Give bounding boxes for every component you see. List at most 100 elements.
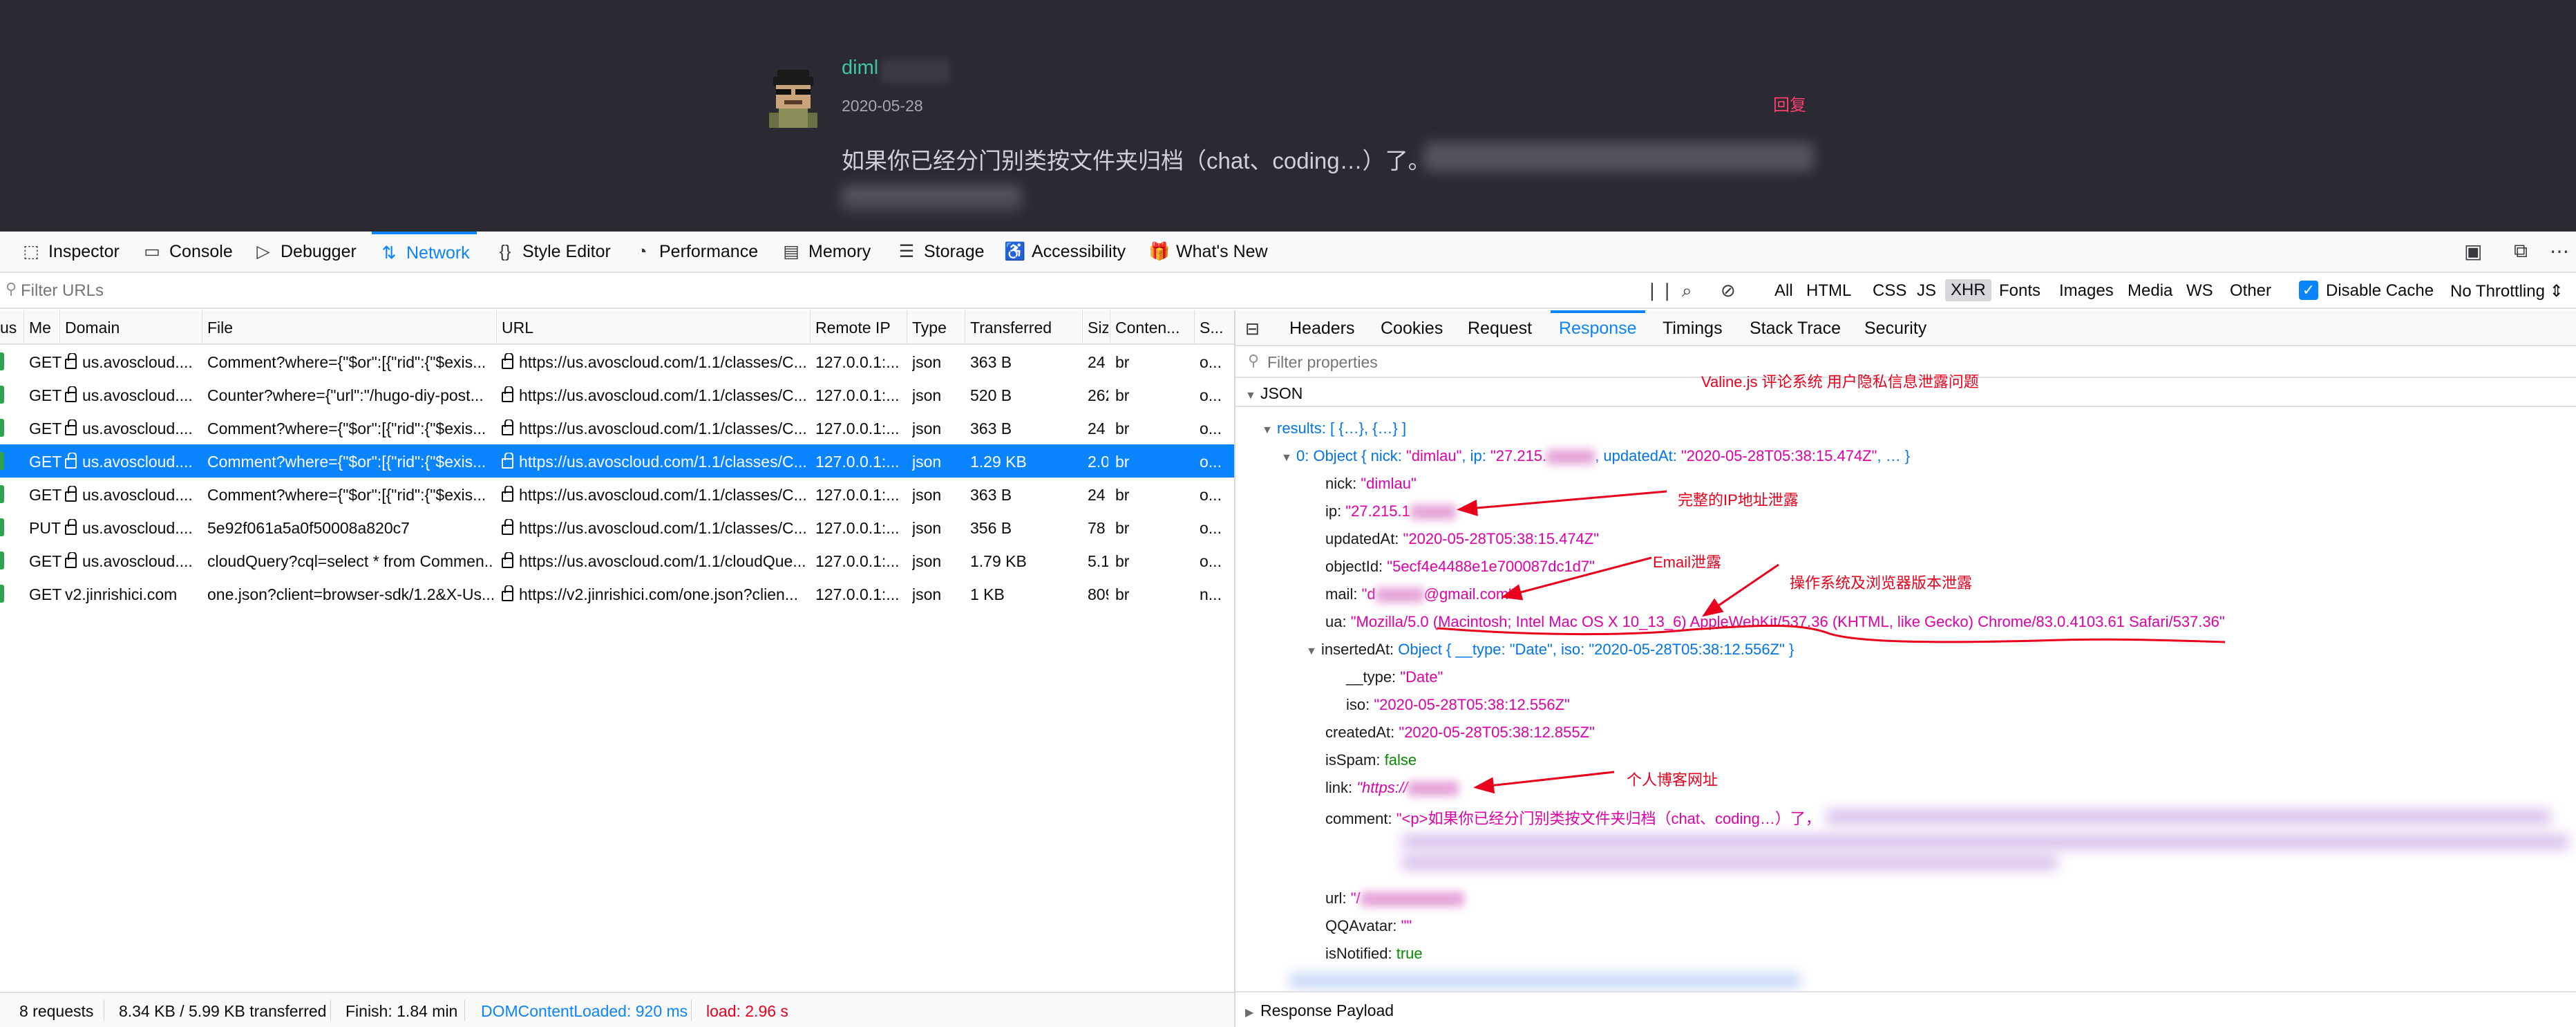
url-text: https://v2.jinrishici.com/one.json?clien… [519,585,798,603]
cell-s: n... [1200,585,1222,603]
cell-content: br [1115,519,1130,537]
page-fade [802,194,1810,232]
url-text: https://us.avoscloud.com/1.1/classes/C..… [519,486,807,504]
lock-icon [502,420,513,435]
tab-performance[interactable]: ◔ Performance [632,232,758,272]
type-filter-js[interactable]: JS [1917,281,1936,301]
table-row[interactable]: PUT us.avoscloud.... 5e92f061a5a0f50008a… [0,511,1234,544]
domain-text: us.avoscloud.... [82,519,193,537]
cell-domain: v2.jinrishici.com [65,585,178,603]
finish-time: Finish: 1.84 min [345,1002,458,1020]
col-size[interactable]: Siz [1088,319,1108,337]
col-file[interactable]: File [207,319,491,337]
tab-accessibility[interactable]: ♿ Accessibility [1004,232,1126,272]
table-row[interactable]: GET us.avoscloud.... cloudQuery?cql=sele… [0,544,1234,577]
table-row[interactable]: GET us.avoscloud.... Counter?where={"url… [0,378,1234,411]
cell-remote-ip: 127.0.0.1:... [815,453,900,471]
table-row-selected[interactable]: GET us.avoscloud.... Comment?where={"$or… [0,444,1234,478]
col-divider [810,310,811,345]
cell-method: PUT [29,519,61,537]
col-domain[interactable]: Domain [65,319,196,337]
cell-method: GET [29,585,62,603]
cell-url: https://us.avoscloud.com/1.1/classes/C..… [502,386,807,405]
tab-style-editor[interactable]: {} Style Editor [495,232,611,272]
lock-icon [502,486,513,502]
response-payload-label: ▶ Response Payload [1245,1001,1394,1020]
domain-text: us.avoscloud.... [82,386,193,404]
reply-link[interactable]: 回复 [1773,91,1806,115]
url-text: https://us.avoscloud.com/1.1/cloudQue... [519,552,806,570]
tab-label: Network [406,243,470,263]
annotation-arrow [1702,563,1779,617]
dock-icon[interactable]: ⧉ [2514,240,2528,263]
type-filter-images[interactable]: Images [2059,281,2114,301]
cell-url: https://v2.jinrishici.com/one.json?clien… [502,585,807,604]
cell-method: GET [29,386,62,404]
request-details-panel: ⊟ Headers Cookies Request Response Timin… [1235,310,2576,1027]
throttling-select[interactable]: No Throttling ⇕ [2450,281,2564,301]
col-content[interactable]: Conten... [1115,319,1191,337]
filter-icon: ⚲ [6,280,17,297]
col-url[interactable]: URL [502,319,806,337]
more-options-icon[interactable]: ⋯ [2550,240,2569,263]
table-row[interactable]: GET us.avoscloud.... Comment?where={"$or… [0,411,1234,444]
table-row[interactable]: GET v2.jinrishici.com one.json?client=br… [0,577,1234,610]
table-row[interactable]: GET us.avoscloud.... Comment?where={"$or… [0,478,1234,511]
cell-remote-ip: 127.0.0.1:... [815,486,900,504]
type-filter-media[interactable]: Media [2128,281,2172,301]
col-status[interactable]: us [0,319,21,337]
type-filter-other[interactable]: Other [2230,281,2271,301]
cell-domain: us.avoscloud.... [65,420,199,438]
cell-transferred: 1.29 KB [970,453,1027,471]
tab-network[interactable]: ⇅ Network [372,232,477,272]
pause-icon[interactable]: ❘❘ [1645,280,1675,301]
tab-console[interactable]: ▭ Console [142,232,233,272]
response-payload-section[interactable]: ▶ Response Payload [1235,991,2576,1027]
tab-storage[interactable]: ☰ Storage [896,232,985,272]
table-row[interactable]: GET us.avoscloud.... Comment?where={"$or… [0,345,1234,378]
updown-icon: ⇕ [2549,282,2564,301]
disable-cache-checkbox[interactable]: ✓ [2299,281,2318,300]
webpage-viewport: diml 2020-05-28 回复 如果你已经分门别类按文件夹归档（chat、… [0,0,2576,232]
tab-inspector[interactable]: ⬚ Inspector [21,232,120,272]
disable-cache-label: Disable Cache [2326,281,2434,300]
tab-label: Memory [808,241,871,261]
cell-transferred: 1.79 KB [970,552,1027,570]
lock-icon [65,353,77,369]
cell-size: 5.1 [1088,552,1108,570]
cell-s: o... [1200,353,1222,371]
col-s[interactable]: S... [1200,319,1233,337]
cell-content: br [1115,552,1130,570]
comment-username[interactable]: diml [842,57,878,79]
cell-file: Comment?where={"$or":[{"rid":{"$exis... [207,453,486,471]
responsive-design-icon[interactable]: ▣ [2464,240,2482,263]
status-indicator [0,552,4,569]
col-type[interactable]: Type [912,319,964,337]
filter-urls-input[interactable] [21,281,435,301]
tab-whats-new[interactable]: 🎁 What's New [1148,232,1268,272]
clear-icon[interactable]: ⊘ [1721,280,1736,301]
url-text: https://us.avoscloud.com/1.1/classes/C..… [519,353,807,371]
type-filter-xhr[interactable]: XHR [1945,279,1991,301]
tab-debugger[interactable]: ▷ Debugger [253,232,356,272]
divider [691,1000,692,1021]
type-filter-fonts[interactable]: Fonts [1999,281,2040,301]
search-icon[interactable]: ⌕ [1682,280,1692,302]
cell-domain: us.avoscloud.... [65,453,199,471]
ua-underline [1437,624,2226,643]
cell-method: GET [29,453,62,471]
type-filter-html[interactable]: HTML [1806,281,1851,301]
lock-icon [65,453,77,469]
tab-memory[interactable]: ▤ Memory [781,232,871,272]
col-method[interactable]: Me [29,319,54,337]
tab-label: Accessibility [1032,241,1126,261]
col-transferred[interactable]: Transferred [970,319,1081,337]
divider [464,1000,465,1021]
cell-domain: us.avoscloud.... [65,519,199,538]
type-filter-all[interactable]: All [1774,281,1793,301]
lock-icon [65,420,77,435]
col-remote-ip[interactable]: Remote IP [815,319,905,337]
type-filter-ws[interactable]: WS [2186,281,2213,301]
status-indicator [0,419,4,437]
type-filter-css[interactable]: CSS [1873,281,1906,301]
